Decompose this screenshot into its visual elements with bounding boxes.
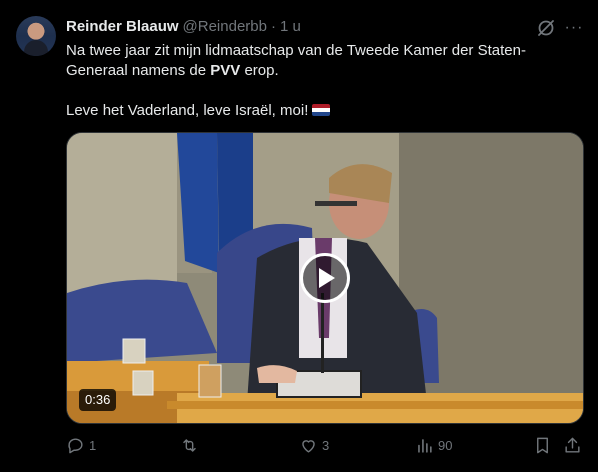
share-icon bbox=[565, 437, 580, 453]
author-handle[interactable]: @Reinderbb bbox=[183, 18, 267, 35]
heart-icon bbox=[302, 439, 315, 453]
tweet[interactable]: Reinder Blaauw @Reinderbb · 1 u ··· Na t… bbox=[0, 0, 598, 472]
tweet-text-paragraph-2: Leve het Vaderland, leve Israël, moi! bbox=[66, 101, 581, 121]
grok-icon[interactable] bbox=[536, 18, 556, 38]
tweet-text-paragraph-1: Na twee jaar zit mijn lidmaatschap van d… bbox=[66, 41, 581, 81]
post-time[interactable]: 1 u bbox=[280, 18, 301, 35]
video-player[interactable]: 0:36 bbox=[66, 132, 584, 424]
video-duration: 0:36 bbox=[79, 389, 117, 411]
author-name[interactable]: Reinder Blaauw bbox=[66, 18, 179, 35]
tweet-text: Na twee jaar zit mijn lidmaatschap van d… bbox=[66, 41, 581, 121]
repost-icon bbox=[183, 438, 196, 452]
tweet-text-bold: PVV bbox=[210, 62, 241, 79]
views-button[interactable]: 90 bbox=[415, 434, 452, 456]
more-options-icon[interactable]: ··· bbox=[564, 18, 584, 38]
reply-count: 1 bbox=[89, 437, 97, 453]
bookmark-icon bbox=[537, 437, 548, 453]
tweet-header: Reinder Blaauw @Reinderbb · 1 u bbox=[66, 16, 301, 36]
reply-icon bbox=[68, 437, 83, 453]
views-icon bbox=[418, 438, 432, 453]
view-count: 90 bbox=[438, 437, 453, 453]
action-bar: 1 3 90 bbox=[66, 434, 582, 456]
play-icon bbox=[319, 268, 335, 288]
tweet-text-part: erop. bbox=[240, 62, 279, 79]
like-button[interactable]: 3 bbox=[299, 434, 329, 456]
netherlands-flag-icon bbox=[312, 104, 331, 116]
reply-button[interactable]: 1 bbox=[66, 434, 96, 456]
share-button[interactable] bbox=[563, 434, 582, 456]
separator-dot: · bbox=[270, 17, 276, 35]
repost-button[interactable] bbox=[180, 434, 203, 456]
tweet-text-part: Leve het Vaderland, leve Israël, moi! bbox=[66, 102, 309, 119]
avatar[interactable] bbox=[16, 16, 56, 56]
play-button[interactable] bbox=[300, 253, 350, 303]
tweet-text-part: Na twee jaar zit mijn lidmaatschap van d… bbox=[66, 42, 526, 79]
bookmark-button[interactable] bbox=[533, 434, 552, 456]
like-count: 3 bbox=[322, 437, 330, 453]
